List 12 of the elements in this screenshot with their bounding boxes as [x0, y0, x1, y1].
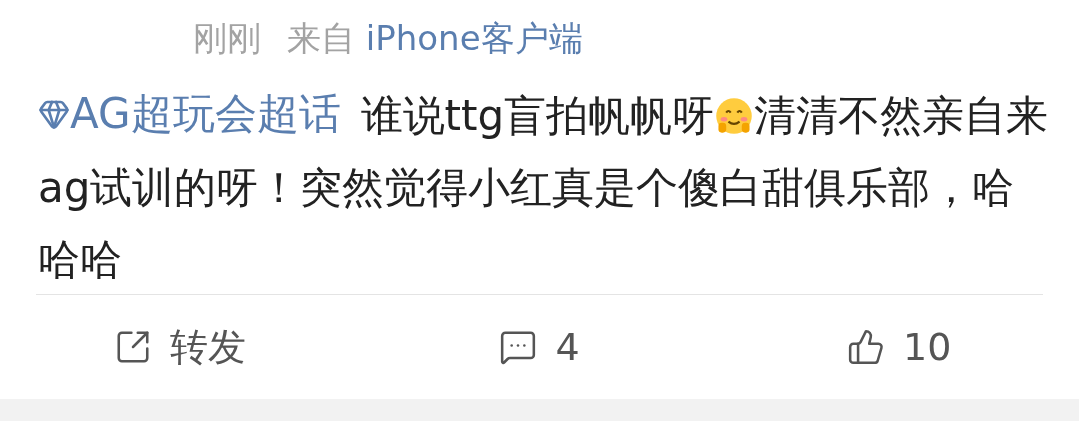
post-time: 刚刚 — [193, 17, 261, 60]
topic-link[interactable]: AG超玩会超话 — [38, 78, 341, 150]
repost-button[interactable]: 转发 — [0, 321, 360, 373]
comment-icon — [499, 328, 538, 366]
client-link[interactable]: iPhone客户端 — [365, 18, 583, 58]
post-text: AG超玩会超话 谁说ttg盲拍帆帆呀 清清不然亲自来ag试训的呀！突然觉得小红真是个傻白甜俱乐部，哈哈哈 — [38, 78, 1049, 294]
post-source: 来自 iPhone客户端 — [287, 17, 583, 60]
like-button[interactable]: 10 — [719, 325, 1079, 369]
diamond-icon — [38, 98, 70, 130]
thumbs-up-icon — [847, 328, 885, 366]
comment-button[interactable]: 4 — [359, 325, 720, 369]
smiley-icon — [714, 96, 755, 136]
